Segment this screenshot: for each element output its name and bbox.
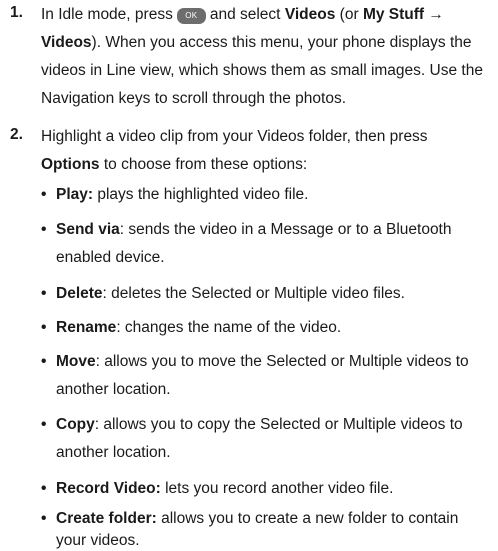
- option-term: Move: [56, 353, 96, 370]
- ok-key-icon: OK: [176, 8, 206, 24]
- option-desc: : allows you to move the Selected or Mul…: [95, 353, 469, 370]
- bullet-icon: •: [41, 221, 47, 238]
- option-desc: : sends the video in a Message or to a B…: [119, 221, 452, 238]
- option-desc: enabled device.: [56, 249, 165, 266]
- option-desc: plays the highlighted video file.: [93, 186, 309, 203]
- text: to choose from these options:: [103, 156, 308, 173]
- step-line: Navigation keys to scroll through the ph…: [41, 90, 347, 107]
- menu-name: Videos: [41, 34, 92, 51]
- step-line: In Idle mode, press OK and select Videos (…: [41, 4, 491, 32]
- option-desc: allows you to create a new folder to con…: [156, 510, 459, 527]
- bullet-icon: •: [41, 186, 47, 203]
- step-number: 1.: [10, 4, 23, 21]
- bullet-icon: •: [41, 480, 47, 497]
- menu-name: Videos: [284, 6, 336, 23]
- bullet-icon: •: [41, 285, 47, 302]
- option-term: Copy: [56, 416, 95, 433]
- option-desc: : changes the name of the video.: [116, 319, 342, 336]
- manual-page: 1. In Idle mode, press OK and select Video…: [0, 0, 498, 551]
- step-line: videos in Line view, which shows them as…: [41, 62, 483, 79]
- option-term: Play:: [56, 186, 94, 203]
- option-term: Record Video:: [56, 480, 161, 497]
- step-line: Videos). When you access this menu, your…: [41, 32, 491, 60]
- option-desc: your videos.: [56, 532, 140, 549]
- option-desc: : deletes the Selected or Multiple video…: [102, 285, 405, 302]
- menu-name: Options: [41, 156, 100, 173]
- option-desc: : allows you to copy the Selected or Mul…: [94, 416, 463, 433]
- step-line: Options to choose from these options:: [41, 154, 491, 182]
- bullet-icon: •: [41, 510, 47, 527]
- bullet-icon: •: [41, 416, 47, 433]
- option-term: Rename: [56, 319, 117, 336]
- option-desc: lets you record another video file.: [160, 480, 394, 497]
- step-number: 2.: [10, 126, 23, 143]
- menu-name: My Stuff →: [362, 6, 444, 23]
- option-term: Create folder:: [56, 510, 157, 527]
- bullet-icon: •: [41, 353, 47, 370]
- option-desc: another location.: [56, 381, 171, 398]
- option-term: Send via: [56, 221, 120, 238]
- text: In Idle mode, press: [41, 6, 173, 23]
- step-text: In Idle mode, press OK and select Videos (…: [41, 4, 491, 116]
- text: ). When you access this menu, your phone…: [91, 34, 472, 51]
- bullet-icon: •: [41, 319, 47, 336]
- option-term: Delete: [56, 285, 103, 302]
- text: (or: [339, 6, 359, 23]
- text: and select: [209, 6, 281, 23]
- step-line: Highlight a video clip from your Videos …: [41, 128, 428, 145]
- step-text: Highlight a video clip from your Videos …: [41, 126, 491, 182]
- option-desc: another location.: [56, 444, 171, 461]
